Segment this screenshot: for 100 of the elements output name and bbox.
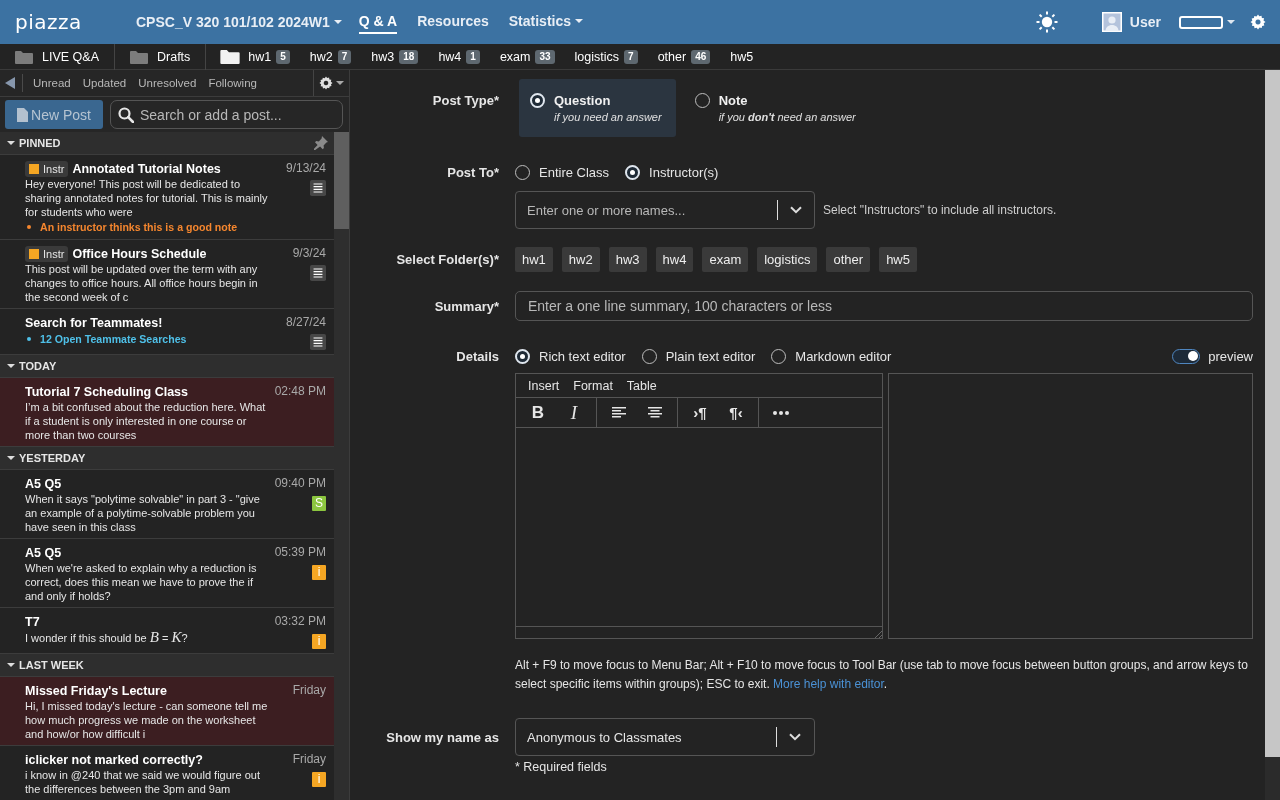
post-time: 03:32 PM bbox=[274, 613, 326, 630]
italic-button[interactable]: I bbox=[556, 398, 592, 427]
folder-link[interactable]: hw1 5 bbox=[248, 49, 290, 64]
left-to-right-button[interactable]: ›¶ bbox=[682, 398, 718, 427]
post-snippet: Hi, I missed today's lecture - can someone tell me how much progress we made on the worksheet and how/or how difficult i bbox=[25, 699, 269, 741]
instr-label: Instr bbox=[43, 247, 65, 260]
radio-option[interactable]: Rich text editor bbox=[515, 348, 626, 364]
post-snippet: When it says "polytime solvable" in part 3 - "give an example of a polytime-solvable problem you have seen in this class bbox=[25, 492, 261, 534]
scrollbar[interactable] bbox=[334, 132, 349, 800]
field-label: Post Type* bbox=[431, 92, 500, 108]
folder-chip[interactable]: hw2 bbox=[561, 247, 600, 272]
post-type-option[interactable]: Question if you need an answer bbox=[519, 79, 676, 137]
course-dropdown[interactable]: CPSC_V 320 101/102 2024W1 bbox=[136, 14, 342, 30]
avatar-icon[interactable] bbox=[1101, 12, 1122, 32]
settings-icon[interactable] bbox=[1250, 14, 1266, 30]
post-time: 09:40 PM bbox=[274, 475, 326, 492]
radio-option[interactable]: Markdown editor bbox=[771, 348, 892, 364]
post-count: 46 bbox=[691, 49, 711, 64]
field-label: Details bbox=[455, 348, 500, 364]
filter-link[interactable]: Updated bbox=[82, 77, 127, 89]
field-label: Post To* bbox=[446, 164, 500, 180]
post-item[interactable]: Tutorial 7 Scheduling Class I’m a bit confused about the reduction here. What if a student is only interested in one course or more than two courses 02:48 PM bbox=[0, 378, 334, 447]
folder-chip[interactable]: hw4 bbox=[655, 247, 694, 272]
right-to-left-button[interactable]: ¶‹ bbox=[718, 398, 754, 427]
folder-chip[interactable]: exam bbox=[702, 247, 749, 272]
recipients-field[interactable]: Enter one or more names... bbox=[515, 191, 815, 229]
feed-group-header[interactable]: LAST WEEK bbox=[0, 654, 334, 677]
status-badge: i bbox=[312, 565, 326, 580]
group-label: TODAY bbox=[19, 360, 57, 372]
post-count: 7 bbox=[337, 49, 352, 64]
more-icon bbox=[773, 410, 789, 415]
nav-tab[interactable]: Q & A bbox=[358, 10, 398, 34]
folder-link[interactable]: exam 33 bbox=[499, 49, 555, 64]
folder-link[interactable]: Drafts bbox=[115, 49, 206, 64]
name-display-dropdown[interactable]: Anonymous to Classmates bbox=[515, 718, 815, 756]
piazza-logo[interactable]: piazza bbox=[15, 10, 136, 34]
post-time: 05:39 PM bbox=[274, 544, 326, 561]
feed-group-header[interactable]: PINNED bbox=[0, 132, 334, 155]
nav-tab[interactable]: Statistics bbox=[508, 10, 584, 34]
field-label: Summary* bbox=[433, 298, 500, 314]
post-count: 33 bbox=[535, 49, 555, 64]
post-title: Search for Teammates! bbox=[25, 315, 163, 330]
post-count: 5 bbox=[276, 49, 290, 64]
post-item[interactable]: Missed Friday's Lecture Hi, I missed today's lecture - can someone tell me how much progress we made on the worksheet and how/or how difficult i Friday bbox=[0, 677, 334, 746]
folder-icon[interactable] bbox=[220, 49, 241, 64]
hint-text: Select "Instructors" to include all instructors. bbox=[823, 203, 1057, 217]
settings-icon bbox=[319, 76, 333, 90]
nav-tab[interactable]: Resources bbox=[417, 10, 489, 34]
post-time: 9/3/24 bbox=[292, 245, 326, 262]
search-field[interactable]: Search or add a post... bbox=[110, 100, 343, 129]
blank-dropdown[interactable] bbox=[1179, 15, 1235, 29]
folder-chip[interactable]: hw3 bbox=[608, 247, 647, 272]
folder-link[interactable]: hw5 bbox=[730, 49, 754, 64]
bold-button[interactable]: B bbox=[520, 398, 556, 427]
feed-group-header[interactable]: YESTERDAY bbox=[0, 447, 334, 470]
folder-chip[interactable]: logistics bbox=[757, 247, 818, 272]
pin-icon bbox=[314, 136, 328, 150]
folder-link[interactable]: hw4 1 bbox=[438, 49, 480, 64]
folder-chip[interactable]: hw5 bbox=[879, 247, 917, 272]
caret-icon bbox=[336, 81, 344, 85]
menu-item[interactable]: Table bbox=[619, 378, 664, 393]
filter-link[interactable]: Unresolved bbox=[138, 77, 197, 89]
radio-option[interactable]: Plain text editor bbox=[641, 348, 756, 364]
menu-item[interactable]: Insert bbox=[521, 378, 567, 393]
folder-chip[interactable]: hw1 bbox=[515, 247, 553, 272]
menu-item[interactable]: Format bbox=[566, 378, 620, 393]
post-time: 02:48 PM bbox=[274, 383, 326, 400]
status-badge: i bbox=[312, 634, 326, 649]
folder-link[interactable]: logistics 7 bbox=[574, 49, 638, 64]
folder-link[interactable]: hw3 18 bbox=[371, 49, 419, 64]
left-arrow-icon[interactable] bbox=[5, 77, 15, 89]
note-lines-icon bbox=[310, 334, 326, 350]
radio-option[interactable]: Instructor(s) bbox=[625, 164, 719, 180]
resize-handle-icon[interactable] bbox=[874, 630, 882, 638]
filter-link[interactable]: Unread bbox=[33, 77, 71, 89]
bullet-icon bbox=[27, 337, 31, 341]
scrollbar[interactable] bbox=[1265, 70, 1280, 800]
feed-group-header[interactable]: TODAY bbox=[0, 355, 334, 378]
radio-option[interactable]: Entire Class bbox=[515, 164, 610, 180]
folder-link[interactable]: LIVE Q&A bbox=[0, 49, 114, 64]
folder-chip[interactable]: other bbox=[826, 247, 871, 272]
folder-link[interactable]: hw2 7 bbox=[309, 49, 352, 64]
folder-icon bbox=[130, 49, 148, 64]
group-label: YESTERDAY bbox=[19, 452, 86, 464]
post-title: Annotated Tutorial Notes bbox=[72, 161, 221, 176]
chevron-down-icon[interactable] bbox=[790, 206, 802, 214]
summary-field[interactable]: Enter a one line summary, 100 characters or less bbox=[515, 291, 1253, 321]
align-left-icon bbox=[612, 407, 626, 418]
post-time: Friday bbox=[292, 751, 326, 768]
folder-link[interactable]: other 46 bbox=[657, 49, 711, 64]
help-link[interactable]: More help with editor bbox=[773, 677, 884, 691]
post-footnote: 12 Open Teammate Searches bbox=[40, 332, 187, 347]
preview-toggle[interactable]: preview bbox=[1172, 348, 1253, 364]
sun-icon[interactable] bbox=[1035, 11, 1058, 33]
post-snippet: I’m a bit confused about the reduction here. What if a student is only interested in one course or more than two courses bbox=[25, 400, 267, 442]
user-name[interactable]: User bbox=[1129, 14, 1161, 30]
filter-link[interactable]: Following bbox=[208, 77, 257, 89]
post-time: 8/27/24 bbox=[285, 314, 326, 331]
status-badge: S bbox=[312, 496, 326, 511]
post-type-option[interactable]: Note if you don't need an answer bbox=[683, 79, 870, 137]
